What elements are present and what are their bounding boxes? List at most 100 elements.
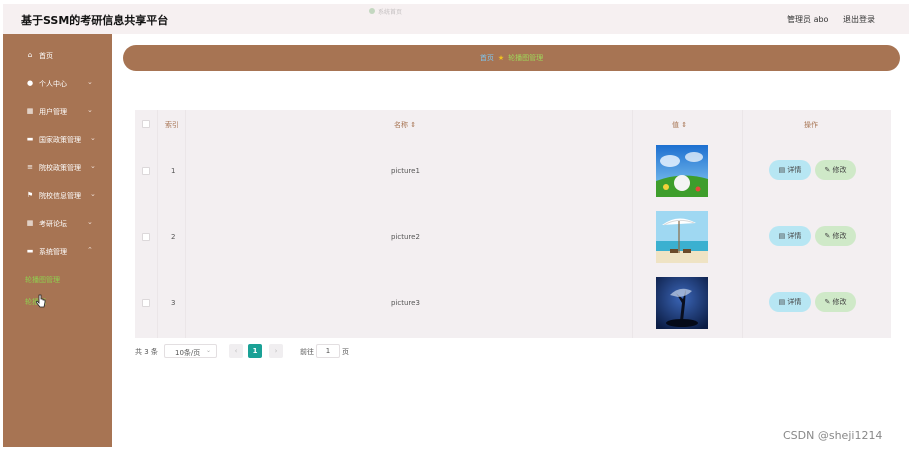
detail-label: 详情 [787,166,802,174]
next-page-button[interactable]: › [269,344,283,358]
row-name: picture2 [391,233,420,241]
edit-label: 修改 [832,166,847,174]
edit-button[interactable]: ✎ 修改 [815,226,856,246]
goto-label: 前往 [300,348,314,356]
goto-page-input[interactable]: 1 [316,344,340,358]
detail-icon: ▤ [778,166,786,174]
edit-label: 修改 [832,232,847,240]
page-size-select[interactable]: 10条/页 ⌄ [164,344,217,358]
detail-icon: ▤ [778,232,786,240]
select-all-checkbox[interactable] [142,120,150,128]
sidebar: ⌂ 首页 ● 个人中心 ⌄ ▦ 用户管理 ⌄ ▬ 国家政策管理 ⌄ ≡ 院校政策… [3,34,112,447]
sidebar-item-label: 用户管理 [39,108,67,116]
edit-button[interactable]: ✎ 修改 [815,160,856,180]
table-row: 2 picture2 ▤ 详情 ✎ 修改 [135,204,891,270]
edit-label: 修改 [832,298,847,306]
header-value[interactable]: 值 ⇕ [672,120,687,130]
sidebar-item-school-info[interactable]: ⚑ 院校信息管理 ⌄ [3,186,112,206]
detail-button[interactable]: ▤ 详情 [769,226,811,246]
detail-button[interactable]: ▤ 详情 [769,160,811,180]
edit-button[interactable]: ✎ 修改 [815,292,856,312]
data-table: 索引 名称 ⇕ 值 ⇕ 操作 1 picture1 ▤ 详情 ✎ 修改 2 pi… [135,110,891,338]
header-actions: 操作 [804,121,818,129]
sidebar-subitem-carousel-manage[interactable]: 轮播图管理 [25,275,60,285]
sidebar-item-label: 考研论坛 [39,220,67,228]
row-checkbox[interactable] [142,167,150,175]
list-icon: ≡ [27,163,33,171]
header-name-label: 名称 [394,121,408,129]
watermark: CSDN @sheji1214 [783,429,883,442]
row-index: 3 [171,299,176,307]
flag-icon: ⚑ [26,191,34,199]
chevron-down-icon: ⌄ [87,218,93,226]
sidebar-item-label: 院校信息管理 [39,192,81,200]
header-value-label: 值 [672,121,679,129]
sidebar-item-label: 国家政策管理 [39,136,81,144]
sort-icon: ⇕ [410,121,417,129]
grid-icon: ▦ [26,107,34,115]
doc-icon: ▬ [26,135,34,143]
hint-dot-icon [369,8,375,14]
sidebar-item-users[interactable]: ▦ 用户管理 ⌄ [3,102,112,122]
detail-button[interactable]: ▤ 详情 [769,292,811,312]
detail-label: 详情 [787,298,802,306]
chevron-down-icon: ⌄ [90,190,96,198]
app-title: 基于SSM的考研信息共享平台 [21,14,169,27]
sidebar-item-label: 系统管理 [39,248,67,256]
thumbnail-image [656,277,708,329]
sidebar-item-personal-center[interactable]: ● 个人中心 ⌄ [3,74,112,94]
edit-icon: ✎ [824,232,831,240]
edit-icon: ✎ [824,166,831,174]
mouse-cursor-icon [36,294,46,308]
prev-page-button[interactable]: ‹ [229,344,243,358]
table-row: 3 picture3 ▤ 详情 ✎ 修改 [135,270,891,336]
sidebar-item-national-policy[interactable]: ▬ 国家政策管理 ⌄ [3,130,112,150]
breadcrumb-content: 首页 ★ 轮播图管理 [123,53,900,63]
total-count: 共 3 条 [135,348,158,356]
chevron-up-icon: ⌃ [87,246,93,254]
chevron-down-icon: ⌄ [87,78,93,86]
row-checkbox[interactable] [142,233,150,241]
chevron-down-icon: ⌄ [206,347,212,354]
thumbnail-image [656,145,708,197]
row-name: picture1 [391,167,420,175]
thumbnail-image [656,211,708,263]
user-area: 管理员 abo 退出登录 [787,14,875,25]
chevron-down-icon: ⌄ [90,134,96,142]
doc-icon: ▬ [26,247,34,255]
detail-label: 详情 [787,232,802,240]
logout-button[interactable]: 退出登录 [843,15,875,24]
user-icon: ● [26,79,34,87]
chevron-down-icon: ⌄ [90,162,96,170]
row-name: picture3 [391,299,420,307]
top-hint: 系统首页 [369,7,417,16]
hint-text: 系统首页 [378,9,403,16]
page-number-current[interactable]: 1 [248,344,262,358]
table-header: 索引 名称 ⇕ 值 ⇕ 操作 [135,110,891,138]
page-size-value: 10条/页 [175,349,201,357]
table-row: 1 picture1 ▤ 详情 ✎ 修改 [135,138,891,204]
breadcrumb-current: 轮播图管理 [508,54,544,62]
home-icon: ⌂ [27,51,33,59]
breadcrumb-home[interactable]: 首页 [480,54,494,62]
row-index: 2 [171,233,176,241]
sidebar-item-home[interactable]: ⌂ 首页 [3,46,112,66]
edit-icon: ✎ [824,298,831,306]
breadcrumb: 首页 ★ 轮播图管理 [123,45,900,71]
detail-icon: ▤ [778,298,786,306]
top-bar: 基于SSM的考研信息共享平台 系统首页 管理员 abo 退出登录 [3,4,909,34]
sidebar-item-system[interactable]: ▬ 系统管理 ⌃ [3,242,112,262]
user-label: 管理员 abo [787,15,829,24]
header-name[interactable]: 名称 ⇕ [394,120,416,130]
goto-unit: 页 [342,348,349,356]
row-checkbox[interactable] [142,299,150,307]
header-index: 索引 [165,121,179,129]
sidebar-item-label: 个人中心 [39,80,67,88]
star-icon: ★ [497,54,505,62]
sidebar-item-school-policy[interactable]: ≡ 院校政策管理 ⌄ [3,158,112,178]
sort-icon: ⇕ [681,121,688,129]
chevron-down-icon: ⌄ [87,106,93,114]
grid-icon: ▦ [26,219,34,227]
sidebar-item-forum[interactable]: ▦ 考研论坛 ⌄ [3,214,112,234]
row-index: 1 [171,167,176,175]
